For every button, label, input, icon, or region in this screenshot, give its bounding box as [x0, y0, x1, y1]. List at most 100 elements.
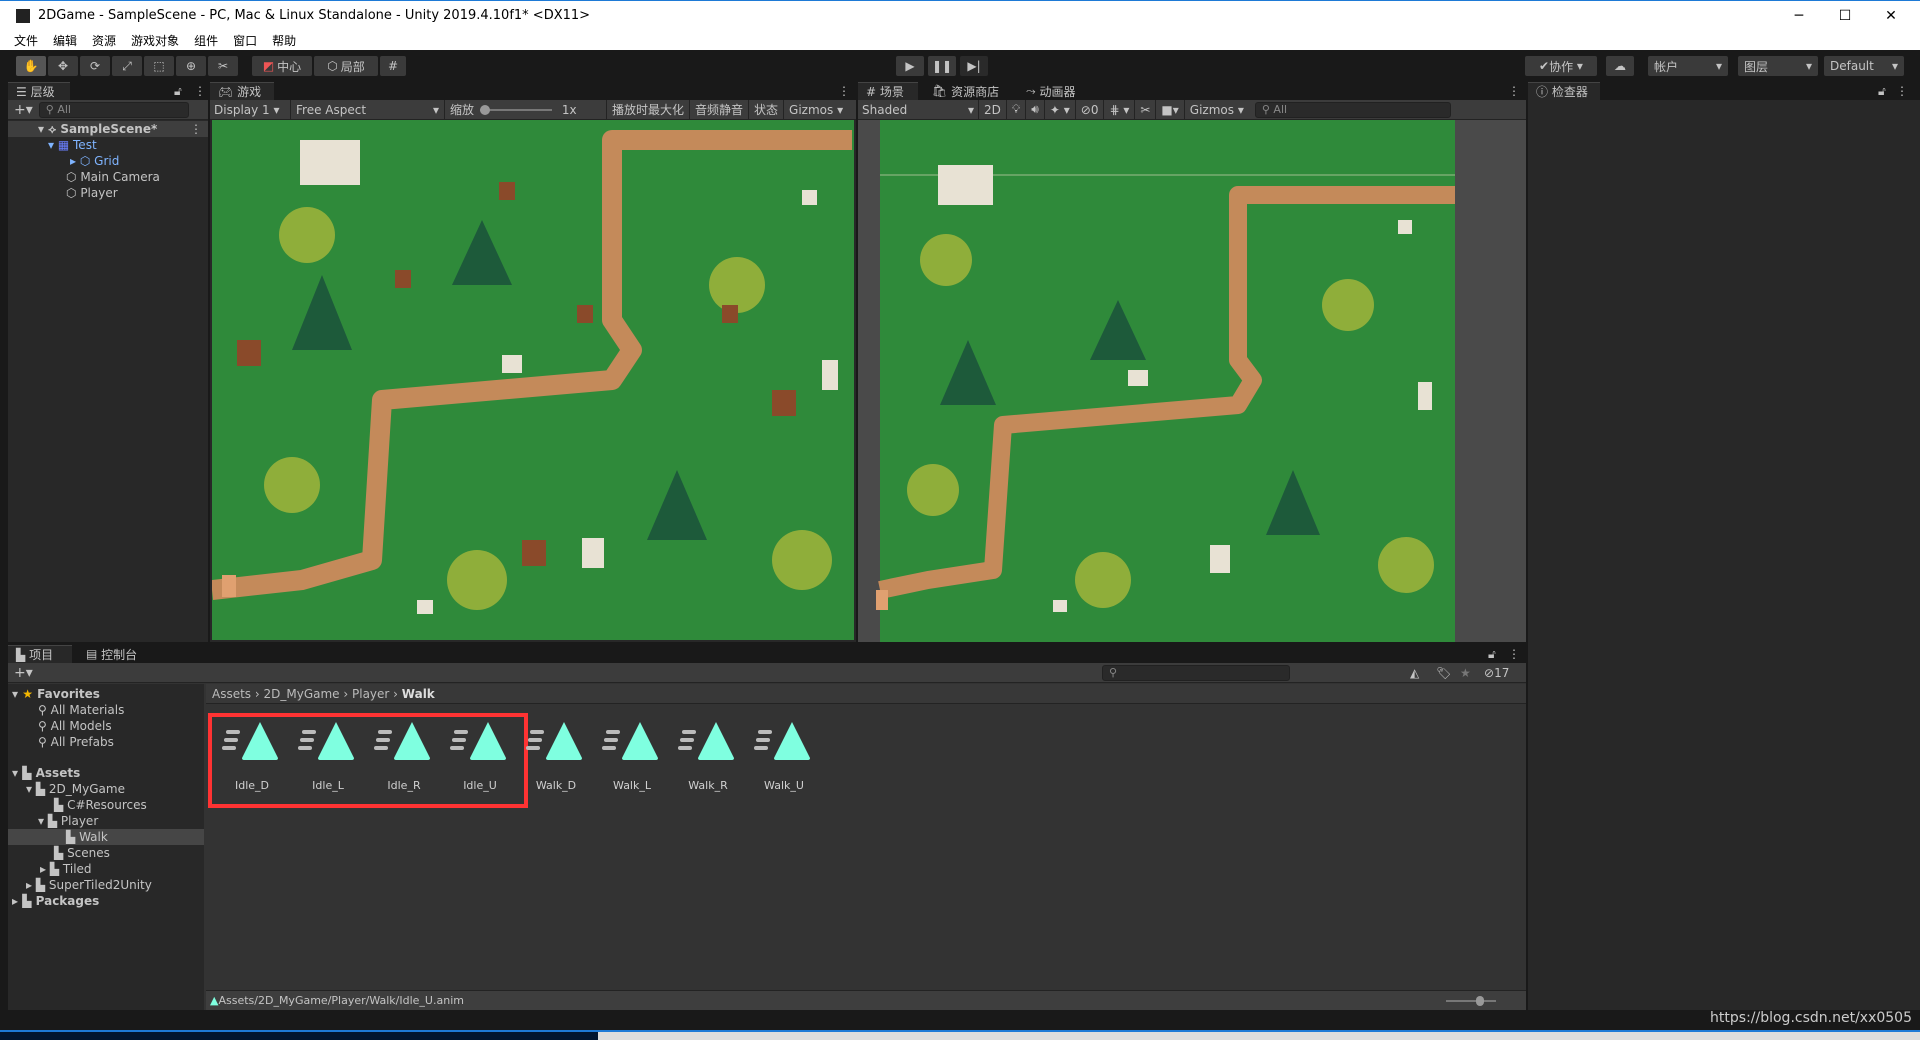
pause-button[interactable]: ❚❚	[928, 56, 956, 76]
layers-dropdown[interactable]: 图层 ▾	[1738, 56, 1818, 76]
scale-tool-icon[interactable]: ⤢	[112, 56, 142, 76]
add-dropdown[interactable]: +▾	[14, 102, 33, 118]
filter-label-icon[interactable]: 🏷︎	[1436, 666, 1451, 680]
scale-slider[interactable]: 缩放 1x	[444, 99, 606, 120]
menu-assets[interactable]: 资源	[92, 32, 116, 49]
hand-tool-icon[interactable]: ✋	[16, 56, 46, 76]
effects-icon[interactable]: ✦ ▾	[1043, 99, 1075, 120]
maximize-button[interactable]: ☐	[1822, 1, 1868, 31]
hierarchy-item-grid[interactable]: ▸ ⬡ Grid	[70, 153, 119, 169]
hidden-packages-toggle[interactable]: ⊘17	[1484, 666, 1509, 680]
tree-favorites[interactable]: ▾ ★ Favorites	[12, 686, 100, 702]
menu-file[interactable]: 文件	[14, 32, 38, 49]
tree-player[interactable]: ▾ ▙ Player	[38, 813, 98, 829]
scene-root[interactable]: ▾ ⟡ SampleScene* ⋮	[8, 121, 208, 137]
shading-dropdown[interactable]: Shaded ▾	[858, 103, 978, 117]
asset-item[interactable]: Walk_L	[594, 720, 670, 792]
custom-tool-icon[interactable]: ✂	[208, 56, 238, 76]
breadcrumb-player[interactable]: Player	[352, 687, 389, 701]
tab-scene[interactable]: # 场景	[858, 82, 918, 100]
pivot-toggle[interactable]: ◩ 中心	[252, 56, 312, 76]
move-tool-icon[interactable]: ✥	[48, 56, 78, 76]
icon-size-slider[interactable]	[1446, 996, 1496, 1006]
close-button[interactable]: ✕	[1868, 1, 1914, 31]
minimize-button[interactable]: ─	[1776, 1, 1822, 31]
kebab-menu-icon[interactable]: ⋮	[838, 84, 850, 98]
transform-tool-icon[interactable]: ⊕	[176, 56, 206, 76]
asset-item[interactable]: Walk_R	[670, 720, 746, 792]
tree-packages[interactable]: ▸ ▙ Packages	[12, 893, 99, 909]
maximize-on-play-toggle[interactable]: 播放时最大化	[606, 99, 689, 120]
filter-type-icon[interactable]: ◭	[1410, 666, 1419, 680]
tab-hierarchy[interactable]: ☰ 层级	[8, 82, 70, 100]
tree-csharp-resources[interactable]: ▙ C#Resources	[54, 797, 147, 813]
camera-dropdown[interactable]: ■▾	[1155, 99, 1183, 120]
tree-walk[interactable]: ▙ Walk	[8, 829, 204, 845]
tree-2d-mygame[interactable]: ▾ ▙ 2D_MyGame	[26, 781, 125, 797]
kebab-menu-icon[interactable]: ⋮	[1508, 647, 1520, 661]
hierarchy-item-player[interactable]: ⬡ Player	[66, 185, 118, 201]
account-dropdown[interactable]: 帐户 ▾	[1648, 56, 1728, 76]
hidden-objects-toggle[interactable]: ⊘ 0	[1074, 99, 1104, 120]
tree-supertiled2unity[interactable]: ▸ ▙ SuperTiled2Unity	[26, 877, 152, 893]
breadcrumb-2d-mygame[interactable]: 2D_MyGame	[264, 687, 340, 701]
kebab-menu-icon[interactable]: ⋮	[1508, 84, 1520, 98]
lock-icon[interactable]: 🔓︎	[1878, 84, 1886, 99]
hierarchy-search-input[interactable]: ⚲ All	[38, 101, 189, 118]
rotate-tool-icon[interactable]: ⟳	[80, 56, 110, 76]
tools-icon[interactable]: ✂	[1134, 99, 1155, 120]
gizmos-dropdown[interactable]: Gizmos ▾	[783, 99, 848, 120]
tab-asset-store[interactable]: 🛍︎ 资源商店	[924, 82, 1007, 100]
breadcrumb-walk[interactable]: Walk	[402, 687, 435, 701]
space-toggle[interactable]: ⬡ 局部	[314, 56, 378, 76]
favorite-all-materials[interactable]: ⚲ All Materials	[38, 702, 124, 718]
snap-icon[interactable]: #	[380, 56, 406, 76]
kebab-menu-icon[interactable]: ⋮	[194, 84, 206, 98]
kebab-menu-icon[interactable]: ⋮	[1896, 84, 1908, 98]
menu-edit[interactable]: 编辑	[53, 32, 77, 49]
menu-component[interactable]: 组件	[194, 32, 218, 49]
play-button[interactable]: ▶	[896, 56, 924, 76]
tab-game[interactable]: 🎮︎ 游戏	[210, 82, 274, 100]
hierarchy-item-test[interactable]: ▾ ▦ Test	[48, 137, 97, 153]
tree-scenes[interactable]: ▙ Scenes	[54, 845, 110, 861]
menu-gameobject[interactable]: 游戏对象	[131, 32, 179, 49]
audio-icon[interactable]: 🔊︎	[1025, 99, 1044, 120]
breadcrumb-assets[interactable]: Assets	[212, 687, 251, 701]
tab-inspector[interactable]: ⓘ 检查器	[1528, 82, 1600, 100]
lighting-icon[interactable]: 💡︎	[1005, 99, 1025, 120]
cloud-icon[interactable]: ☁	[1606, 56, 1634, 76]
tree-assets[interactable]: ▾ ▙ Assets	[12, 765, 80, 781]
lock-icon[interactable]: 🔓︎	[174, 84, 182, 99]
favorite-all-prefabs[interactable]: ⚲ All Prefabs	[38, 734, 114, 750]
create-dropdown[interactable]: +▾	[14, 665, 33, 681]
display-dropdown[interactable]: Display 1 ▾	[210, 103, 290, 117]
asset-item[interactable]: Idle_R	[366, 720, 442, 792]
asset-item[interactable]: Walk_U	[746, 720, 822, 792]
rect-tool-icon[interactable]: ⬚	[144, 56, 174, 76]
scene-viewport[interactable]	[858, 120, 1526, 642]
menu-help[interactable]: 帮助	[272, 32, 296, 49]
hierarchy-item-main-camera[interactable]: ⬡ Main Camera	[66, 169, 160, 185]
favorite-all-models[interactable]: ⚲ All Models	[38, 718, 112, 734]
step-button[interactable]: ▶|	[960, 56, 988, 76]
tab-project[interactable]: ▙ 项目	[8, 645, 72, 663]
project-search-input[interactable]: ⚲	[1102, 664, 1290, 681]
tree-tiled[interactable]: ▸ ▙ Tiled	[40, 861, 92, 877]
scene-gizmos-dropdown[interactable]: Gizmos ▾	[1183, 99, 1249, 120]
2d-toggle[interactable]: 2D	[978, 99, 1006, 120]
asset-item[interactable]: Idle_D	[214, 720, 290, 792]
stats-toggle[interactable]: 状态	[748, 99, 783, 120]
grid-snap-dropdown[interactable]: ⋕ ▾	[1103, 99, 1134, 120]
asset-item[interactable]: Idle_L	[290, 720, 366, 792]
game-viewport[interactable]	[212, 120, 854, 640]
favorite-star-icon[interactable]: ★	[1460, 666, 1471, 680]
asset-item[interactable]: Walk_D	[518, 720, 594, 792]
aspect-dropdown[interactable]: Free Aspect ▾	[290, 99, 444, 120]
layout-dropdown[interactable]: Default ▾	[1824, 56, 1904, 76]
lock-icon[interactable]: 🔓︎	[1488, 647, 1496, 662]
collab-dropdown[interactable]: ✔ 协作 ▾	[1525, 56, 1597, 76]
scene-search-input[interactable]: ⚲ All	[1254, 101, 1451, 118]
tab-console[interactable]: ▤ 控制台	[78, 645, 145, 663]
tab-animator[interactable]: ⤳ 动画器	[1018, 82, 1083, 100]
